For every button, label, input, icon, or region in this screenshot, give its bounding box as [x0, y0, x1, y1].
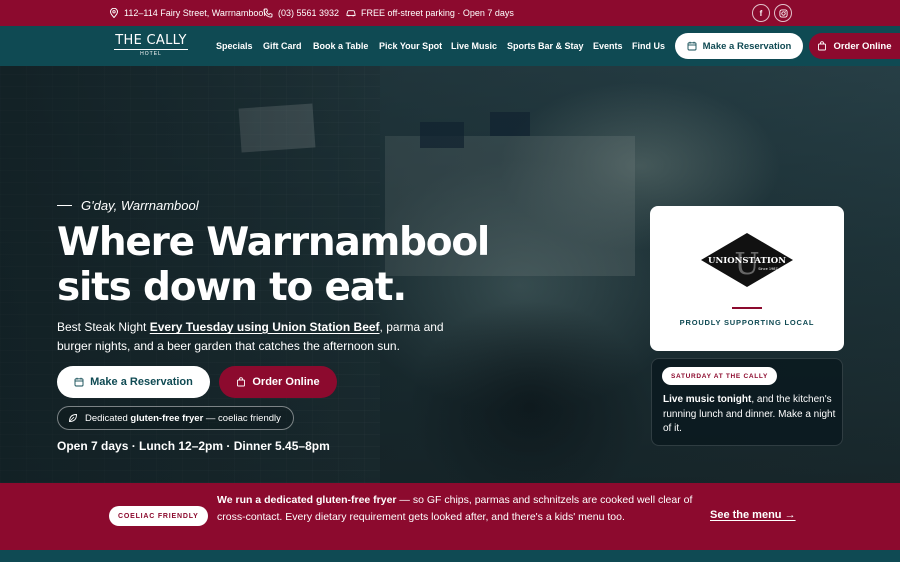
hero-reservation-button[interactable]: Make a Reservation: [57, 366, 210, 398]
nav-gift-card[interactable]: Gift Card: [263, 26, 302, 66]
hero-lede: Best Steak Night Every Tuesday using Uni…: [57, 318, 457, 356]
nav-reservation-button[interactable]: Make a Reservation: [675, 33, 803, 59]
hero-order-online-label: Order Online: [252, 376, 320, 388]
eyebrow-dash: [57, 205, 72, 206]
nav-reservation-label: Make a Reservation: [702, 40, 792, 52]
instagram-link[interactable]: [774, 4, 792, 22]
gf-text-start: Dedicated: [85, 412, 131, 424]
card-divider: [732, 307, 762, 309]
saturday-text: Live music tonight, and the kitchen's ru…: [663, 393, 838, 437]
nav-events[interactable]: Events: [593, 26, 623, 66]
facebook-link[interactable]: f: [752, 4, 770, 22]
see-menu-link[interactable]: See the menu →: [710, 509, 796, 521]
shopping-bag-icon: [237, 377, 246, 387]
nav-find-us[interactable]: Find Us: [632, 26, 665, 66]
hero-reservation-label: Make a Reservation: [90, 376, 193, 388]
coeliac-banner: COELIAC FRIENDLY We run a dedicated glut…: [0, 483, 900, 550]
nav-book-a-table[interactable]: Book a Table: [313, 26, 368, 66]
eyebrow-text: G'day, Warrnambool: [81, 198, 199, 213]
phone-icon: [263, 8, 273, 18]
parking-text: FREE off-street parking · Open 7 days: [361, 8, 514, 18]
nav-sports-bar-stay[interactable]: Sports Bar & Stay: [507, 26, 584, 66]
calendar-icon: [74, 377, 84, 387]
site-logo[interactable]: THE CALLY HOTEL: [114, 34, 188, 57]
hero-eyebrow: G'day, Warrnambool: [57, 198, 199, 213]
hero-headline: Where Warrnambool sits down to eat.: [57, 220, 527, 310]
next-section-edge: [0, 550, 900, 562]
gf-text-end: — coeliac friendly: [203, 412, 281, 424]
coeliac-highlight: We run a dedicated gluten-free fryer: [217, 494, 397, 506]
parking-info: FREE off-street parking · Open 7 days: [346, 0, 514, 26]
union-station-logo: U UNIONSTATION Since 1987: [701, 233, 793, 287]
nav-order-online-label: Order Online: [833, 40, 892, 52]
supplier-caption: PROUDLY SUPPORTING LOCAL: [679, 318, 815, 327]
shopping-bag-icon: [818, 41, 827, 51]
nav-specials[interactable]: Specials: [216, 26, 253, 66]
facebook-icon: f: [759, 8, 763, 18]
nav-pick-your-spot[interactable]: Pick Your Spot: [379, 26, 442, 66]
address[interactable]: 112–114 Fairy Street, Warrnambool: [109, 0, 265, 26]
saturday-card: SATURDAY AT THE CALLY Live music tonight…: [651, 358, 843, 446]
hero-order-online-button[interactable]: Order Online: [219, 366, 337, 398]
map-pin-icon: [109, 8, 119, 18]
instagram-icon: [778, 8, 788, 18]
logo-wordmark: UNIONSTATION: [708, 256, 786, 266]
nav-order-online-button[interactable]: Order Online: [809, 33, 900, 59]
logo-subtitle: HOTEL: [140, 51, 162, 57]
gluten-free-badge: Dedicated gluten-free fryer — coeliac fr…: [57, 406, 294, 430]
address-text: 112–114 Fairy Street, Warrnambool: [124, 8, 266, 18]
car-icon: [346, 10, 356, 17]
saturday-highlight: Live music tonight: [663, 394, 752, 405]
headline-line-2: sits down to eat.: [57, 265, 407, 310]
gluten-free-text: Dedicated gluten-free fryer — coeliac fr…: [85, 413, 281, 424]
nav-live-music[interactable]: Live Music: [451, 26, 497, 66]
main-navigation: THE CALLY HOTEL Specials Gift Card Book …: [0, 26, 900, 66]
coeliac-badge: COELIAC FRIENDLY: [109, 506, 208, 526]
calendar-icon: [687, 41, 697, 51]
opening-hours: Open 7 days · Lunch 12–2pm · Dinner 5.45…: [57, 439, 330, 453]
gf-highlight: gluten-free fryer: [130, 412, 204, 424]
phone-text: (03) 5561 3932: [278, 8, 340, 18]
coeliac-text: We run a dedicated gluten-free fryer — s…: [217, 492, 695, 525]
top-utility-bar: 112–114 Fairy Street, Warrnambool (03) 5…: [0, 0, 900, 26]
logo-divider: [114, 49, 188, 50]
supplier-card: U UNIONSTATION Since 1987 PROUDLY SUPPOR…: [650, 206, 844, 351]
hero-section: G'day, Warrnambool Where Warrnambool sit…: [0, 66, 900, 483]
phone-link[interactable]: (03) 5561 3932: [263, 0, 339, 26]
logo-since: Since 1987: [758, 267, 778, 271]
lede-text-start: Best Steak Night: [57, 320, 150, 334]
logo-wordmark: THE CALLY: [115, 33, 187, 48]
lede-highlight: Every Tuesday using Union Station Beef: [149, 320, 380, 334]
leaf-icon: [69, 414, 77, 422]
headline-line-1: Where Warrnambool: [57, 220, 490, 265]
saturday-badge: SATURDAY AT THE CALLY: [662, 367, 778, 385]
